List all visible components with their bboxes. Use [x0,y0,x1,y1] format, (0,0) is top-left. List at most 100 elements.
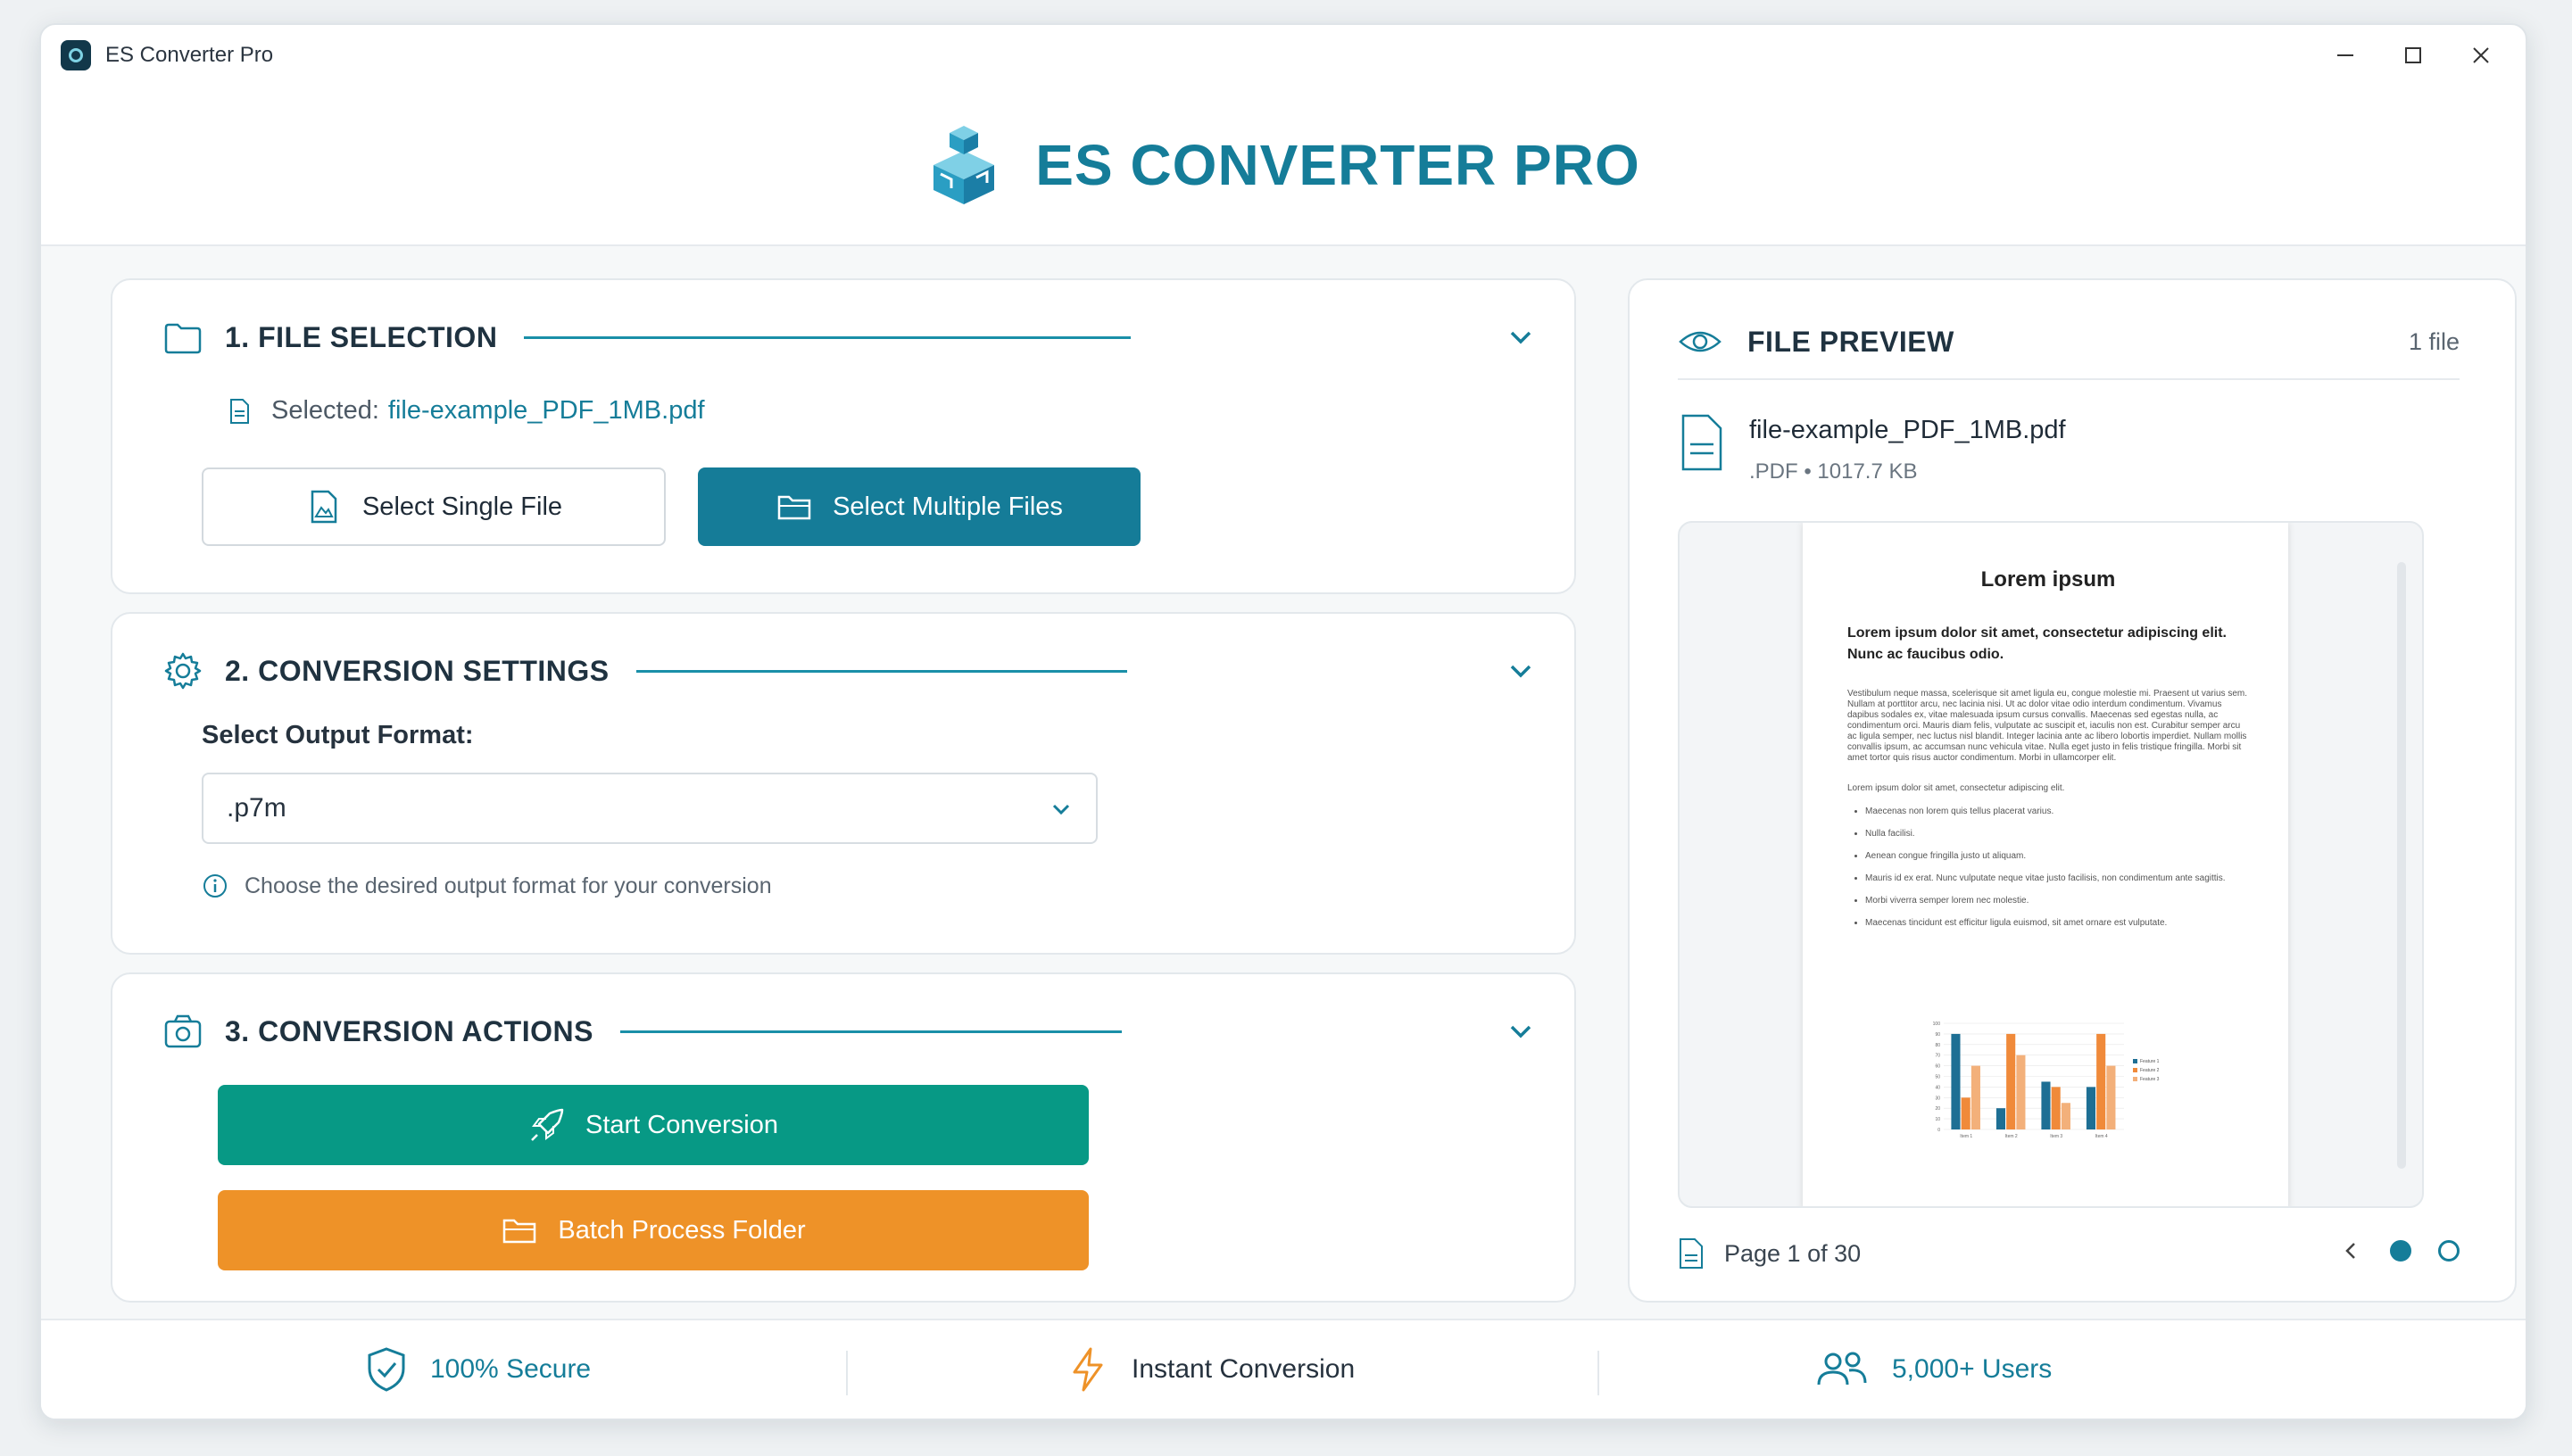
chart-legend-label: Feature 1 [2140,1059,2160,1064]
format-hint-text: Choose the desired output format for you… [245,873,772,898]
footer-divider [846,1351,848,1395]
chart-y-tick-label: 30 [1935,1096,1940,1101]
document-preview[interactable]: Lorem ipsum Lorem ipsum dolor sit amet, … [1678,521,2424,1208]
list-item: Mauris id ex erat. Nunc vulputate neque … [1865,873,2249,883]
start-conversion-label: Start Conversion [585,1110,778,1139]
conversion-settings-card: 2. CONVERSION SETTINGS Select Output For… [111,612,1576,955]
rocket-icon [531,1108,564,1141]
doc-lead: Lorem ipsum dolor sit amet, consectetur … [1847,625,2227,662]
document-page: Lorem ipsum Lorem ipsum dolor sit amet, … [1803,523,2288,1206]
output-format-label: Select Output Format: [202,721,474,749]
list-item: Morbi viverra semper lorem nec molestie. [1865,896,2249,906]
secure-label: 100% Secure [430,1354,592,1384]
chevron-down-icon [1052,804,1070,815]
footer-divider [1597,1351,1599,1395]
chart-bar [2016,1055,2026,1129]
chart-y-tick-label: 70 [1935,1054,1940,1059]
chart-y-tick-label: 60 [1935,1064,1940,1070]
chart-bar [2061,1103,2070,1129]
image-file-icon [311,490,337,524]
feature-instant: Instant Conversion [1064,1345,1355,1394]
section-divider [524,335,1132,339]
chart-bar [2051,1087,2061,1129]
chart-x-tick-label: Item 3 [2050,1134,2062,1139]
chart-bar [2096,1033,2106,1129]
preview-title: FILE PREVIEW [1747,325,1954,358]
list-item: Nulla facilisi. [1865,829,2249,839]
title-bar: ES Converter Pro [41,25,2526,86]
chart-bar [2106,1065,2116,1129]
chart-legend-swatch [2133,1077,2137,1081]
maximize-button[interactable] [2392,34,2435,77]
maximize-icon [2405,47,2421,63]
users-icon [1817,1352,1867,1386]
doc-paragraph: Vestibulum neque massa, scelerisque sit … [1847,689,2247,763]
minimize-icon [2337,54,2353,56]
file-selection-header[interactable]: 1. FILE SELECTION [162,316,1539,359]
select-multiple-files-button[interactable]: Select Multiple Files [698,467,1141,546]
chart-bar [2041,1081,2051,1129]
chart-y-tick-label: 10 [1935,1117,1940,1122]
conversion-settings-header[interactable]: 2. CONVERSION SETTINGS [162,649,1539,692]
chart-bar [2086,1087,2096,1129]
feature-secure: 100% Secure [362,1345,591,1394]
instant-label: Instant Conversion [1132,1354,1356,1384]
chart-y-tick-label: 80 [1935,1043,1940,1048]
document-icon [1681,414,1722,471]
file-count: 1 file [2408,328,2460,355]
chevron-down-icon[interactable] [1503,319,1539,355]
list-item: Maecenas non lorem quis tellus placerat … [1865,807,2249,816]
select-single-file-button[interactable]: Select Single File [202,467,666,546]
batch-process-folder-button[interactable]: Batch Process Folder [218,1190,1089,1270]
preview-file-name: file-example_PDF_1MB.pdf [1749,416,2066,444]
main-content: 1. FILE SELECTION Selected: file-example… [41,246,2526,1322]
chart-y-tick-label: 90 [1935,1032,1940,1038]
window-title: ES Converter Pro [105,43,274,67]
conversion-actions-header[interactable]: 3. CONVERSION ACTIONS [162,1010,1539,1053]
list-item: Aenean congue fringilla justo ut aliquam… [1865,851,2249,861]
eye-icon [1679,331,1722,352]
section-divider [619,1030,1122,1033]
selected-label: Selected: [271,396,379,425]
camera-icon [164,1014,202,1048]
chart-x-tick-label: Item 4 [2095,1134,2108,1139]
doc-title: Lorem ipsum [1980,567,2116,592]
chart-bar [1995,1108,2006,1129]
chart-bar [1961,1097,1970,1129]
select-single-label: Select Single File [361,492,563,521]
chevron-down-icon[interactable] [1503,1013,1539,1049]
page-dot-2[interactable] [2438,1240,2460,1262]
section-divider [635,669,1127,673]
chart-y-tick-label: 100 [1933,1022,1941,1027]
users-label: 5,000+ Users [1892,1354,2053,1384]
info-icon [203,874,227,898]
batch-process-label: Batch Process Folder [558,1215,806,1245]
doc-bullet-list: Maecenas non lorem quis tellus placerat … [1865,807,2249,928]
format-hint: Choose the desired output format for you… [202,873,772,899]
feature-users: 5,000+ Users [1812,1345,2052,1394]
section-title: 3. CONVERSION ACTIONS [225,1014,593,1047]
output-format-select[interactable]: .p7m [202,773,1098,844]
preview-scrollbar[interactable] [2397,562,2406,1169]
file-selection-card: 1. FILE SELECTION Selected: file-example… [111,278,1576,594]
folder-open-icon [777,495,811,520]
page-indicator: Page 1 of 30 [1724,1239,1862,1267]
chart-x-tick-label: Item 2 [2005,1134,2018,1139]
chart-bar [1951,1033,1961,1129]
shield-check-icon [368,1347,405,1392]
chart-y-tick-label: 20 [1935,1106,1940,1112]
chevron-down-icon[interactable] [1503,653,1539,689]
chevron-left-icon[interactable] [2338,1238,2363,1263]
cube-logo-icon [933,126,995,204]
page-dot-1[interactable] [2390,1240,2411,1262]
chart-y-tick-label: 40 [1935,1085,1940,1090]
start-conversion-button[interactable]: Start Conversion [218,1085,1089,1165]
document-icon [230,398,249,424]
chart-legend-label: Feature 2 [2140,1068,2160,1073]
file-preview-header: FILE PREVIEW 1 file [1678,316,2460,368]
chart-y-tick-label: 0 [1937,1128,1940,1133]
close-button[interactable] [2460,34,2502,77]
close-icon [2473,47,2489,63]
minimize-button[interactable] [2324,34,2367,77]
chart-bar [2006,1033,2016,1129]
